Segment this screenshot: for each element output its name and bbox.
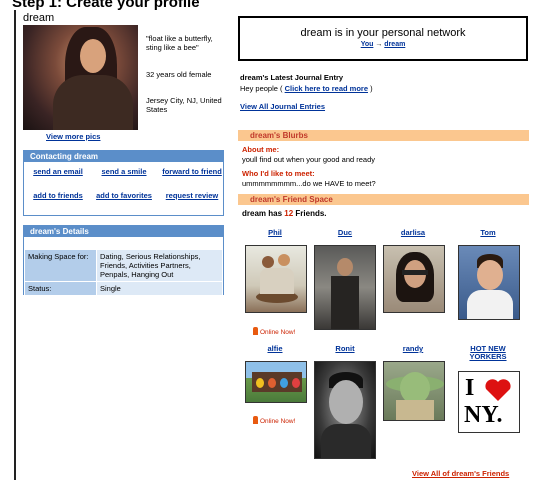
journal-title: dream's Latest Journal Entry bbox=[240, 73, 344, 82]
profile-location: Jersey City, NJ, United States bbox=[146, 96, 222, 114]
online-person-icon bbox=[253, 327, 258, 335]
friend-photo-tom[interactable] bbox=[458, 245, 520, 320]
who-to-meet-label: Who I'd like to meet: bbox=[242, 169, 315, 178]
friend-name-phil[interactable]: Phil bbox=[240, 229, 310, 237]
friend-photo-ronit[interactable] bbox=[314, 361, 376, 459]
about-me-text: youll find out when your good and ready bbox=[242, 155, 376, 164]
friend-name-duc[interactable]: Duc bbox=[310, 229, 380, 237]
details-label: Making Space for: bbox=[24, 249, 97, 282]
journal-entry-close: ) bbox=[370, 84, 373, 93]
view-all-friends-link[interactable]: View All of dream's Friends bbox=[412, 469, 509, 478]
who-to-meet-text: ummmmmmmm...do we HAVE to meet? bbox=[242, 179, 376, 188]
request-review-link[interactable]: request review bbox=[162, 192, 222, 200]
profile-photo[interactable] bbox=[23, 25, 138, 130]
friend-name-hot-new-yorkers[interactable]: HOT NEW YORKERS bbox=[453, 345, 523, 361]
send-email-link[interactable]: send an email bbox=[28, 168, 88, 176]
friend-name-darlisa[interactable]: darlisa bbox=[378, 229, 448, 237]
friend-space-header: dream's Friend Space bbox=[238, 194, 529, 205]
profile-quote: "float like a butterfly, sting like a be… bbox=[146, 34, 213, 52]
add-to-favorites-link[interactable]: add to favorites bbox=[94, 192, 154, 200]
blurbs-header: dream's Blurbs bbox=[238, 130, 529, 141]
network-path: You → dream bbox=[240, 41, 526, 48]
network-message: dream is in your personal network bbox=[300, 27, 466, 39]
online-now-alfie: Online Now! bbox=[253, 416, 295, 425]
profile-name: dream bbox=[23, 12, 55, 24]
network-dream-link[interactable]: dream bbox=[384, 41, 405, 48]
journal-entry-text: Hey people ( bbox=[240, 84, 283, 93]
details-value: Single bbox=[96, 281, 223, 296]
details-label: Status: bbox=[24, 281, 97, 296]
read-more-link[interactable]: Click here to read more bbox=[285, 84, 368, 93]
network-status-box: dream is in your personal network You → … bbox=[238, 16, 528, 61]
profile-age-gender: 32 years old female bbox=[146, 70, 212, 79]
nyc-logo-ny: NY. bbox=[464, 402, 503, 428]
contact-box: Contacting dream send an email send a sm… bbox=[23, 150, 224, 216]
about-me-label: About me: bbox=[242, 145, 280, 154]
friend-photo-duc[interactable] bbox=[314, 245, 376, 330]
journal-entry: Hey people ( Click here to read more ) bbox=[240, 84, 373, 93]
table-row: Making Space for: Dating, Serious Relati… bbox=[24, 249, 223, 282]
friend-photo-alfie[interactable] bbox=[245, 361, 307, 403]
online-now-label: Online Now! bbox=[260, 418, 296, 425]
forward-to-friend-link[interactable]: forward to friend bbox=[162, 168, 222, 176]
friend-name-ronit[interactable]: Ronit bbox=[310, 345, 380, 353]
send-smile-link[interactable]: send a smile bbox=[94, 168, 154, 176]
contact-box-title: Contacting dream bbox=[24, 151, 223, 162]
table-row: Status: Single bbox=[24, 281, 223, 296]
details-table: Making Space for: Dating, Serious Relati… bbox=[24, 249, 223, 296]
friend-photo-darlisa[interactable] bbox=[383, 245, 445, 313]
friend-count-number: 12 bbox=[284, 209, 294, 218]
friend-name-alfie[interactable]: alfie bbox=[240, 345, 310, 353]
view-more-pics-link[interactable]: View more pics bbox=[46, 132, 100, 141]
online-person-icon bbox=[253, 416, 258, 424]
network-arrow: → bbox=[375, 41, 383, 48]
online-now-label: Online Now! bbox=[260, 329, 296, 336]
network-you-link[interactable]: You bbox=[361, 41, 374, 48]
heart-icon bbox=[483, 378, 513, 402]
friend-count-prefix: dream has bbox=[242, 209, 283, 218]
friend-photo-phil[interactable] bbox=[245, 245, 307, 313]
nyc-logo-i: I bbox=[465, 375, 475, 401]
details-value: Dating, Serious Relationships, Friends, … bbox=[96, 249, 223, 282]
details-box-title: dream's Details bbox=[24, 226, 223, 237]
friend-count-suffix: Friends. bbox=[295, 209, 327, 218]
friend-name-tom[interactable]: Tom bbox=[453, 229, 523, 237]
friend-photo-randy[interactable] bbox=[383, 361, 445, 421]
online-now-phil: Online Now! bbox=[253, 327, 295, 336]
add-to-friends-link[interactable]: add to friends bbox=[28, 192, 88, 200]
details-box: dream's Details Making Space for: Dating… bbox=[23, 225, 224, 296]
friend-count: dream has 12 Friends. bbox=[242, 209, 327, 218]
friend-photo-hot-new-yorkers[interactable]: I NY. bbox=[458, 371, 520, 433]
friend-name-randy[interactable]: randy bbox=[378, 345, 448, 353]
view-all-journal-link[interactable]: View All Journal Entries bbox=[240, 102, 325, 111]
